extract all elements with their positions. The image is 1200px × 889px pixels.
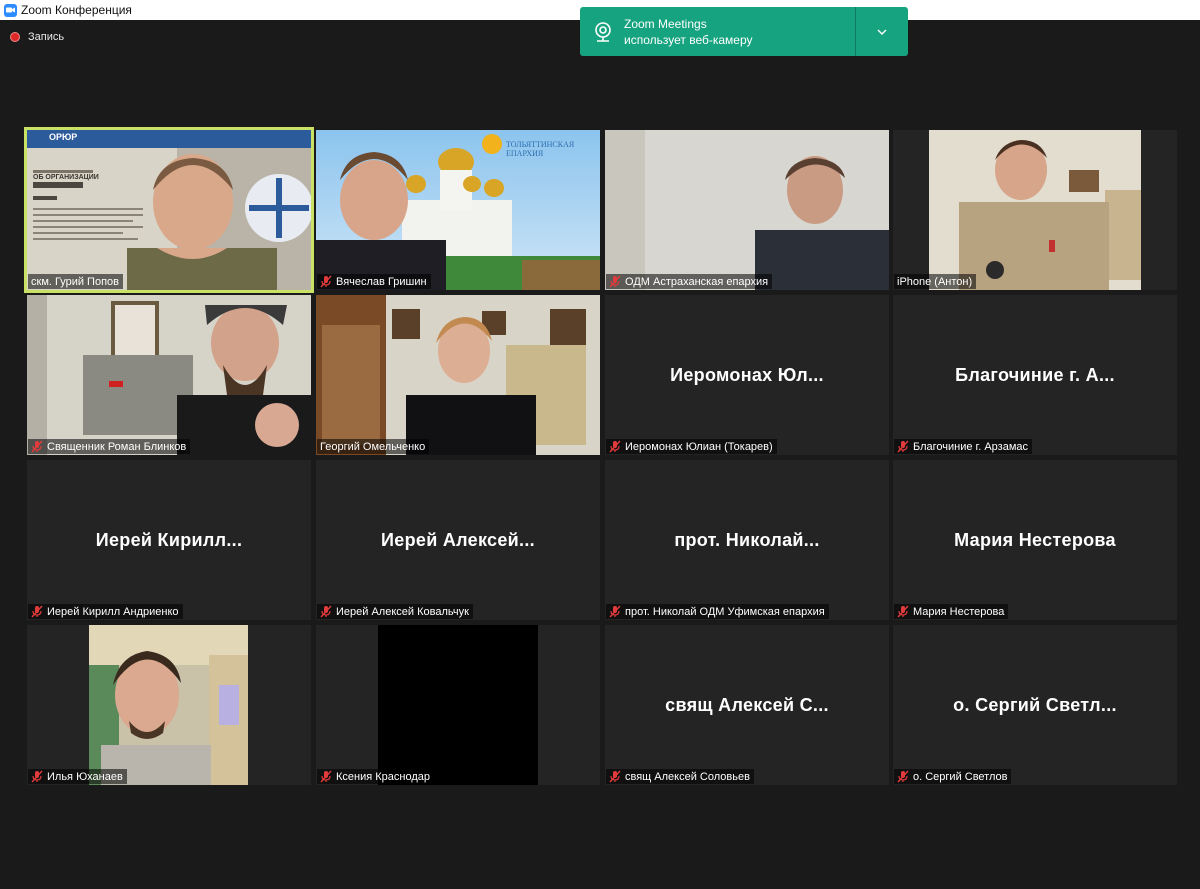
- video-tile[interactable]: ОРЮР ОБ ОРГАНИЗАЦИИ скм. Гурий Попов: [27, 130, 311, 290]
- record-dot-icon: [10, 32, 20, 42]
- screen-brand: ОРЮР: [49, 132, 78, 142]
- screen-brand: ТОЛЬЯТТИНСКАЯ ЕПАРХИЯ: [506, 140, 575, 158]
- participant-name: Иеромонах Юлиан (Токарев): [625, 440, 773, 453]
- participant-display-name: свящ Алексей С...: [665, 695, 829, 715]
- participant-name-label: прот. Николай ОДМ Уфимская епархия: [606, 604, 829, 619]
- zoom-logo-icon: [4, 3, 17, 17]
- mic-muted-icon: [320, 275, 332, 288]
- participant-name: свящ Алексей Соловьев: [625, 770, 750, 783]
- participant-name: Иерей Кирилл Андриенко: [47, 605, 179, 618]
- mic-muted-icon: [897, 770, 909, 783]
- participant-name-label: Илья Юханаев: [28, 769, 127, 784]
- participant-name-label: Иеромонах Юлиан (Токарев): [606, 439, 777, 454]
- video-tile[interactable]: Благочиние г. А... Благочиние г. Арзамас: [893, 295, 1177, 455]
- video-feed: ТОЛЬЯТТИНСКАЯ ЕПАРХИЯ: [316, 130, 600, 290]
- mic-muted-icon: [609, 440, 621, 453]
- participant-name-label: Иерей Кирилл Андриенко: [28, 604, 183, 619]
- video-tile[interactable]: Священник Роман Блинков: [27, 295, 311, 455]
- video-tile[interactable]: iPhone (Антон): [893, 130, 1177, 290]
- screen-heading: ОБ ОРГАНИЗАЦИИ: [33, 174, 99, 181]
- participant-name: Иерей Алексей Ковальчук: [336, 605, 469, 618]
- video-tile[interactable]: Мария Нестерова Мария Нестерова: [893, 460, 1177, 620]
- mic-muted-icon: [609, 275, 621, 288]
- mic-muted-icon: [320, 770, 332, 783]
- video-tile[interactable]: Илья Юханаев: [27, 625, 311, 785]
- mic-muted-icon: [31, 440, 43, 453]
- mic-muted-icon: [31, 605, 43, 618]
- video-feed: [605, 130, 889, 290]
- participant-display-name: о. Сергий Светл...: [953, 695, 1117, 715]
- participant-display-name: Иеромонах Юл...: [670, 365, 824, 385]
- mic-muted-icon: [31, 770, 43, 783]
- participant-name: Георгий Омельченко: [320, 440, 426, 453]
- participant-name-label: Вячеслав Гришин: [317, 274, 431, 289]
- video-tile[interactable]: Ксения Краснодар: [316, 625, 600, 785]
- mic-muted-icon: [897, 605, 909, 618]
- participant-name-label: Иерей Алексей Ковальчук: [317, 604, 473, 619]
- mic-muted-icon: [609, 605, 621, 618]
- participant-name: Илья Юханаев: [47, 770, 123, 783]
- participant-name-label: ОДМ Астраханская епархия: [606, 274, 773, 289]
- participant-name-label: Благочиние г. Арзамас: [894, 439, 1033, 454]
- video-tile[interactable]: ОДМ Астраханская епархия: [605, 130, 889, 290]
- webcam-notification[interactable]: Zoom Meetings использует веб-камеру: [580, 7, 908, 56]
- video-feed: [378, 625, 538, 785]
- participant-name: Ксения Краснодар: [336, 770, 431, 783]
- participant-name: Священник Роман Блинков: [47, 440, 187, 453]
- participant-display-name: прот. Николай...: [674, 530, 820, 550]
- video-tile[interactable]: прот. Николай... прот. Николай ОДМ Уфимс…: [605, 460, 889, 620]
- video-tile[interactable]: Иерей Алексей... Иерей Алексей Ковальчук: [316, 460, 600, 620]
- video-tile[interactable]: Иеромонах Юл... Иеромонах Юлиан (Токарев…: [605, 295, 889, 455]
- participant-name-label: iPhone (Антон): [894, 274, 977, 289]
- participant-name-label: скм. Гурий Попов: [28, 274, 123, 289]
- video-tile[interactable]: ТОЛЬЯТТИНСКАЯ ЕПАРХИЯ Вячеслав Гришин: [316, 130, 600, 290]
- window-title: Zoom Конференция: [21, 3, 132, 17]
- participant-name: ОДМ Астраханская епархия: [625, 275, 769, 288]
- participant-name: скм. Гурий Попов: [31, 275, 119, 288]
- recording-indicator[interactable]: Запись: [10, 31, 64, 43]
- participant-name-label: Георгий Омельченко: [317, 439, 430, 454]
- participant-name-label: Ксения Краснодар: [317, 769, 435, 784]
- video-tile[interactable]: о. Сергий Светл... о. Сергий Светлов: [893, 625, 1177, 785]
- participant-name: Вячеслав Гришин: [336, 275, 427, 288]
- notification-app: Zoom Meetings: [624, 16, 707, 31]
- video-feed: ОРЮР ОБ ОРГАНИЗАЦИИ: [27, 130, 311, 290]
- participant-name: прот. Николай ОДМ Уфимская епархия: [625, 605, 825, 618]
- notification-message: использует веб-камеру: [624, 32, 753, 47]
- notification-expand-button[interactable]: [856, 7, 908, 56]
- chevron-down-icon: [877, 29, 887, 35]
- mic-muted-icon: [897, 440, 909, 453]
- webcam-icon: [595, 21, 611, 42]
- participant-name-label: Священник Роман Блинков: [28, 439, 191, 454]
- video-tile[interactable]: Георгий Омельченко: [316, 295, 600, 455]
- video-feed: [929, 130, 1141, 290]
- participant-name: о. Сергий Светлов: [913, 770, 1008, 783]
- video-feed: [89, 625, 248, 785]
- video-tile[interactable]: свящ Алексей С... свящ Алексей Соловьев: [605, 625, 889, 785]
- video-tile[interactable]: Иерей Кирилл... Иерей Кирилл Андриенко: [27, 460, 311, 620]
- participant-name: Благочиние г. Арзамас: [913, 440, 1029, 453]
- participant-name-label: свящ Алексей Соловьев: [606, 769, 754, 784]
- recording-label: Запись: [28, 31, 65, 43]
- participant-display-name: Иерей Алексей...: [381, 530, 535, 550]
- participant-display-name: Мария Нестерова: [954, 530, 1116, 550]
- video-feed: [316, 295, 600, 455]
- mic-muted-icon: [320, 605, 332, 618]
- participant-name: iPhone (Антон): [897, 275, 973, 288]
- video-feed: [27, 295, 311, 455]
- participant-name-label: о. Сергий Светлов: [894, 769, 1012, 784]
- mic-muted-icon: [609, 770, 621, 783]
- participant-display-name: Иерей Кирилл...: [95, 530, 243, 550]
- participant-display-name: Благочиние г. А...: [955, 365, 1115, 385]
- participant-name-label: Мария Нестерова: [894, 604, 1009, 619]
- participant-name: Мария Нестерова: [913, 605, 1005, 618]
